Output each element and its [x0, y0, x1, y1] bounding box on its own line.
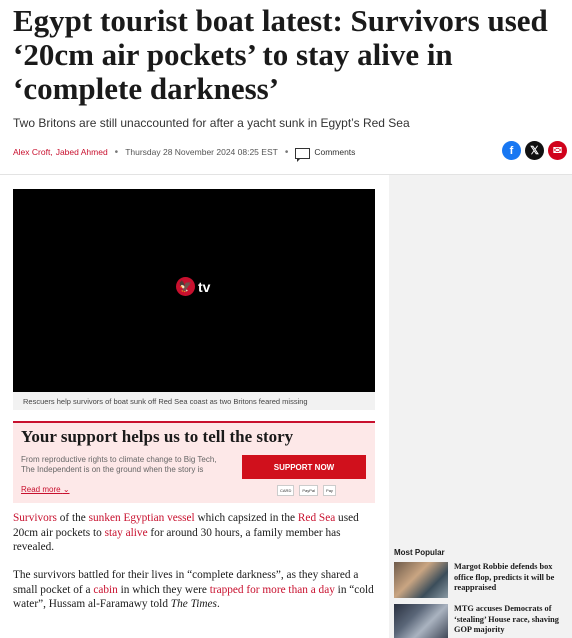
tv-logo-text: tv: [198, 278, 211, 295]
video-caption: Rescuers help survivors of boat sunk off…: [13, 392, 375, 410]
link-cabin[interactable]: cabin: [93, 584, 117, 596]
author-link-alex-croft[interactable]: Alex Croft,: [13, 147, 53, 157]
chevron-down-icon: ⌄: [62, 485, 70, 494]
facebook-share-icon[interactable]: f: [502, 141, 521, 160]
publication-name: The Times: [170, 598, 217, 610]
most-popular-item[interactable]: Margot Robbie defends box office flop, p…: [394, 562, 570, 598]
card-payment-icon: CARD: [277, 485, 295, 496]
paragraph-text: of the: [56, 512, 89, 524]
support-title: Your support helps us to tell the story: [21, 427, 294, 446]
paragraph-text: which capsized in the: [194, 512, 298, 524]
link-stay-alive[interactable]: stay alive: [105, 527, 148, 539]
comment-icon: [295, 147, 311, 162]
most-popular-heading: Most Popular: [394, 548, 445, 557]
author-link-jabed-ahmed[interactable]: Jabed Ahmed: [56, 147, 108, 157]
video-player[interactable]: 🦅 tv: [13, 189, 375, 392]
most-popular-title: MTG accuses Democrats of ‘stealing’ Hous…: [454, 604, 559, 634]
article-paragraph: The survivors battled for their lives in…: [13, 568, 377, 612]
independent-tv-logo: 🦅 tv: [176, 277, 210, 296]
link-red-sea[interactable]: Red Sea: [298, 512, 335, 524]
payment-icons: CARD PayPal Pay: [277, 485, 336, 496]
paragraph-text: in which they were: [117, 583, 210, 596]
link-survivors[interactable]: Survivors: [13, 512, 57, 524]
byline: Alex Croft, Jabed Ahmed • Thursday 28 No…: [13, 145, 356, 162]
paypal-icon: PayPal: [299, 485, 319, 496]
publish-date: Thursday 28 November 2024 08:25 EST: [125, 147, 278, 157]
paragraph-text: .: [216, 598, 220, 610]
comments-link[interactable]: Comments: [295, 147, 356, 162]
comments-label: Comments: [314, 147, 356, 157]
article-standfirst: Two Britons are still unaccounted for af…: [13, 116, 410, 130]
most-popular-item[interactable]: MTG accuses Democrats of ‘stealing’ Hous…: [394, 604, 570, 638]
eagle-icon: 🦅: [176, 277, 195, 296]
support-text: From reproductive rights to climate chan…: [21, 455, 217, 474]
most-popular-title: Margot Robbie defends box office flop, p…: [454, 562, 555, 592]
link-trapped[interactable]: trapped for more than a day: [210, 584, 335, 596]
link-sunken-vessel[interactable]: sunken Egyptian vessel: [89, 512, 195, 524]
x-share-icon[interactable]: 𝕏: [525, 141, 544, 160]
read-more-link[interactable]: Read more ⌄: [21, 485, 70, 494]
article-thumbnail: [394, 604, 448, 638]
article-thumbnail: [394, 562, 448, 598]
support-now-button[interactable]: SUPPORT NOW: [242, 455, 366, 479]
email-share-icon[interactable]: ✉: [548, 141, 567, 160]
apple-pay-icon: Pay: [323, 485, 336, 496]
separator-dot: •: [284, 146, 289, 158]
article-headline: Egypt tourist boat latest: Survivors use…: [13, 3, 548, 106]
separator-dot: •: [114, 146, 119, 158]
share-buttons: f 𝕏 ✉: [502, 141, 567, 160]
support-banner: Your support helps us to tell the story …: [13, 421, 375, 503]
article-paragraph: Survivors of the sunken Egyptian vessel …: [13, 511, 377, 555]
read-more-label: Read more: [21, 485, 61, 494]
